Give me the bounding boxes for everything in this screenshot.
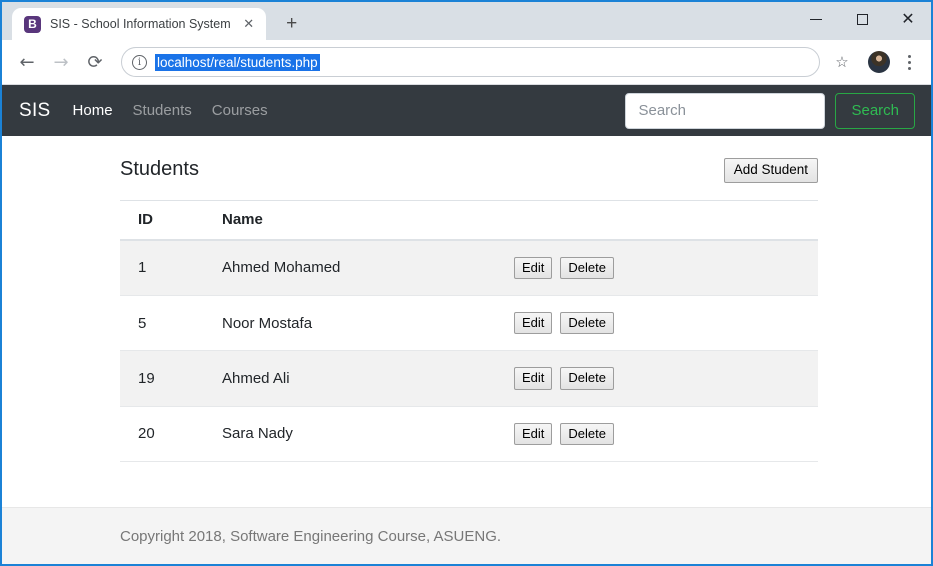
reload-button[interactable]: ⟳ (79, 46, 111, 78)
browser-window: B SIS - School Information System ✕ + ✕ … (0, 0, 933, 566)
table-row: 5 Noor Mostafa Edit Delete (120, 295, 818, 352)
minimize-icon (810, 18, 822, 20)
table-row: 19 Ahmed Ali Edit Delete (120, 350, 818, 407)
maximize-icon (856, 13, 868, 25)
navbar-search-form: Search (625, 92, 915, 129)
bootstrap-favicon: B (24, 15, 41, 33)
edit-button[interactable]: Edit (514, 367, 553, 390)
row-actions: Edit Delete (514, 367, 818, 390)
table-head: ID Name (120, 199, 818, 241)
url-text[interactable]: localhost/real/students.php (155, 53, 320, 71)
delete-button[interactable]: Delete (560, 312, 614, 335)
table-header-row: ID Name (120, 199, 818, 241)
chrome-menu-icon[interactable] (896, 47, 922, 77)
column-header-name: Name (204, 199, 514, 241)
tab-title: SIS - School Information System (50, 17, 231, 31)
cell-actions: Edit Delete (514, 350, 818, 407)
cell-actions: Edit Delete (514, 295, 818, 352)
web-page: SIS Home Students Courses Search Student… (2, 85, 931, 564)
cell-id: 1 (120, 239, 204, 297)
maximize-button[interactable] (839, 2, 885, 36)
edit-button[interactable]: Edit (514, 256, 553, 280)
profile-avatar[interactable] (868, 51, 890, 73)
delete-button[interactable]: Delete (560, 256, 614, 280)
cell-actions: Edit Delete (514, 239, 818, 297)
close-tab-icon[interactable]: ✕ (240, 15, 258, 33)
page-title: Students (120, 158, 199, 180)
footer-text: Copyright 2018, Software Engineering Cou… (120, 527, 502, 545)
cell-name: Noor Mostafa (204, 295, 514, 352)
minimize-button[interactable] (793, 2, 839, 36)
close-icon: ✕ (901, 9, 915, 28)
forward-button: → (53, 51, 69, 73)
cell-name: Sara Nady (204, 406, 514, 463)
bookmark-star-icon[interactable]: ☆ (828, 48, 856, 76)
new-tab-button[interactable]: + (278, 10, 306, 38)
browser-toolbar: ← → ⟳ i localhost/real/students.php ☆ (2, 40, 931, 85)
table-row: 20 Sara Nady Edit Delete (120, 406, 818, 463)
address-bar[interactable]: i localhost/real/students.php (121, 47, 820, 77)
cell-id: 19 (120, 350, 204, 407)
nav-item-home[interactable]: Home (73, 102, 113, 119)
row-actions: Edit Delete (514, 256, 818, 280)
nav-item-students[interactable]: Students (133, 102, 192, 119)
add-student-button[interactable]: Add Student (723, 158, 818, 183)
edit-button[interactable]: Edit (514, 312, 553, 335)
column-header-id: ID (120, 199, 204, 241)
page-container: Students Add Student ID Name 1 Ahmed Moh… (2, 136, 931, 507)
table-row: 1 Ahmed Mohamed Edit Delete (120, 239, 818, 297)
site-info-icon[interactable]: i (132, 54, 147, 70)
browser-tab[interactable]: B SIS - School Information System ✕ (12, 8, 266, 40)
back-button[interactable]: ← (11, 46, 43, 78)
search-input[interactable] (625, 92, 826, 129)
cell-name: Ahmed Mohamed (204, 239, 514, 297)
students-table: ID Name 1 Ahmed Mohamed Edit Delete 5 No… (120, 199, 818, 463)
cell-id: 5 (120, 295, 204, 352)
title-bar: B SIS - School Information System ✕ + ✕ (2, 2, 931, 40)
page-footer: Copyright 2018, Software Engineering Cou… (2, 507, 931, 564)
edit-button[interactable]: Edit (514, 422, 553, 446)
table-body: 1 Ahmed Mohamed Edit Delete 5 Noor Mosta… (120, 239, 818, 463)
nav-item-courses[interactable]: Courses (212, 102, 268, 119)
row-actions: Edit Delete (514, 312, 818, 335)
content-wrapper: Students Add Student ID Name 1 Ahmed Moh… (120, 158, 818, 463)
row-actions: Edit Delete (514, 422, 818, 446)
window-controls: ✕ (793, 2, 931, 40)
site-navbar: SIS Home Students Courses Search (2, 85, 931, 136)
close-window-button[interactable]: ✕ (885, 2, 931, 36)
search-button[interactable]: Search (835, 92, 915, 129)
site-brand[interactable]: SIS (19, 100, 51, 122)
page-header-row: Students Add Student (120, 158, 818, 183)
cell-name: Ahmed Ali (204, 350, 514, 407)
cell-id: 20 (120, 406, 204, 463)
cell-actions: Edit Delete (514, 406, 818, 463)
delete-button[interactable]: Delete (560, 422, 614, 446)
column-header-actions (514, 199, 818, 241)
delete-button[interactable]: Delete (560, 367, 614, 390)
nav-links: Home Students Courses (73, 102, 268, 119)
